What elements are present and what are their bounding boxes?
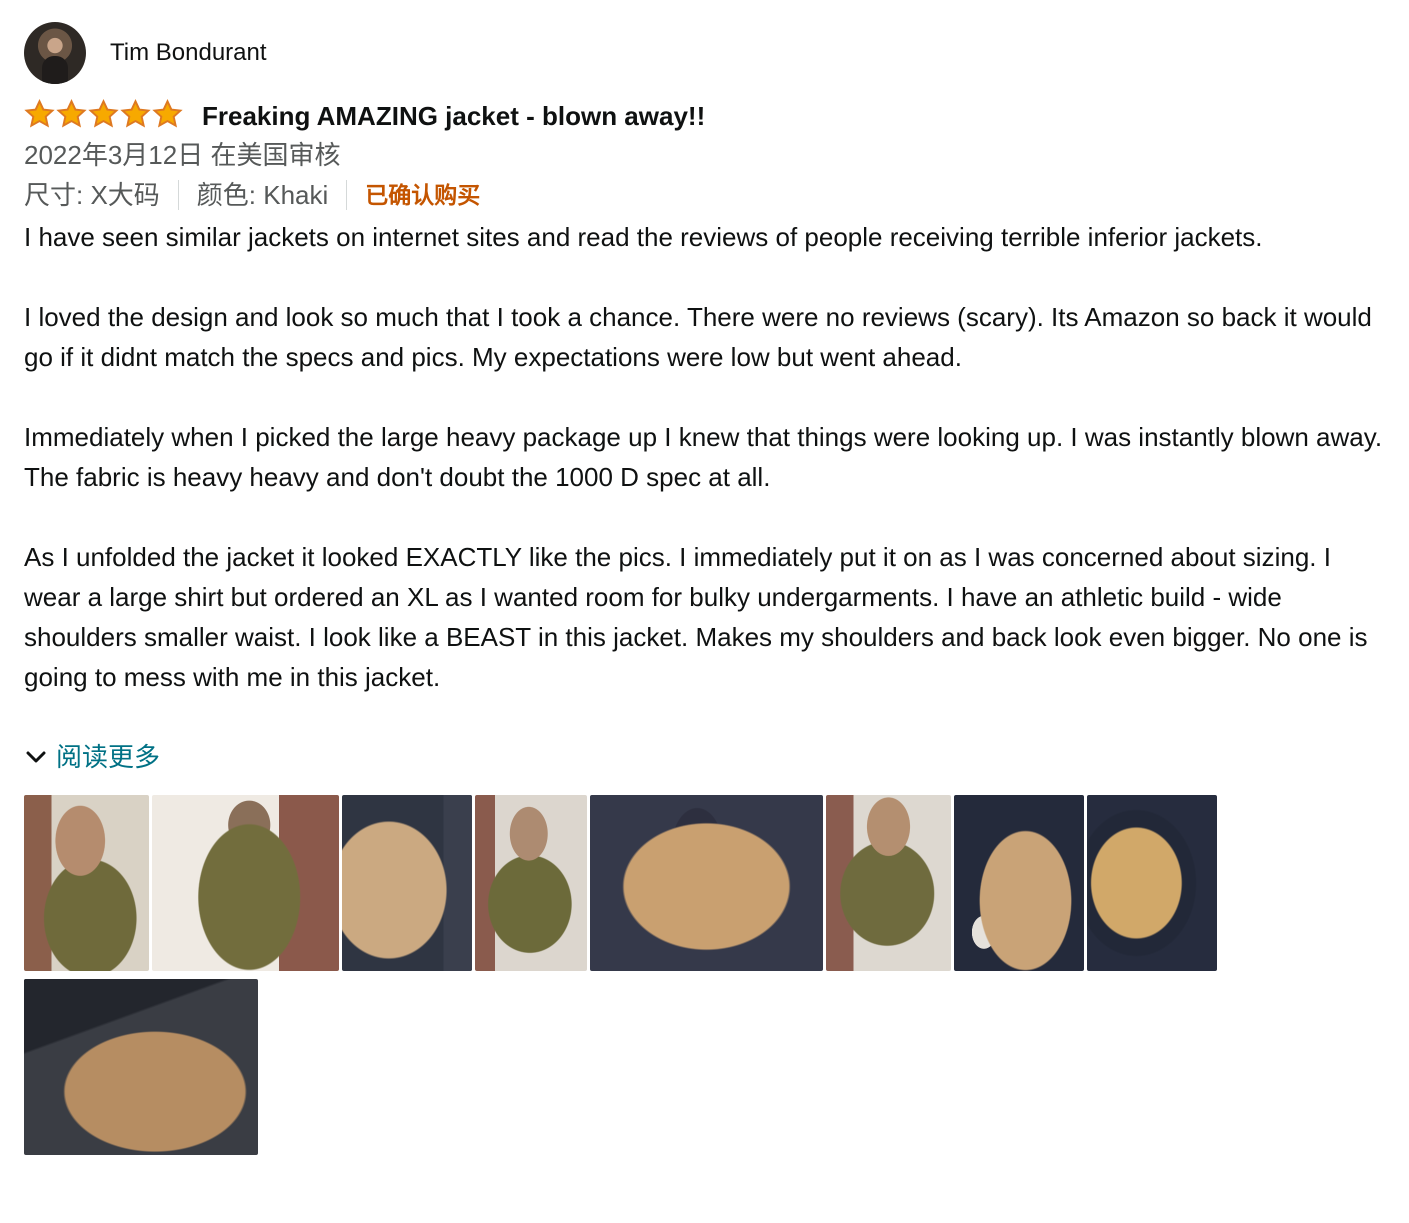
jacket-photo — [826, 795, 951, 971]
verified-purchase-badge[interactable]: 已确认购买 — [365, 179, 480, 211]
jacket-photo — [590, 795, 823, 971]
review-date: 2022年3月12日 在美国审核 — [24, 140, 341, 170]
star-icon — [120, 99, 151, 128]
review-image-thumbnail[interactable] — [1087, 795, 1217, 971]
review-image-thumbnail[interactable] — [24, 795, 149, 971]
jacket-photo — [24, 979, 258, 1155]
jacket-photo — [954, 795, 1084, 971]
review-paragraph: As I unfolded the jacket it looked EXACT… — [24, 542, 1375, 692]
jacket-photo — [475, 795, 587, 971]
divider — [177, 180, 179, 210]
star-rating[interactable] — [24, 99, 184, 131]
review-image-thumbnail[interactable] — [475, 795, 587, 971]
review-image-thumbnail[interactable] — [590, 795, 823, 971]
review-image-thumbnail[interactable] — [152, 795, 339, 971]
jacket-photo — [152, 795, 339, 971]
reviewer-profile[interactable]: Tim Bondurant — [24, 22, 1394, 84]
review-image-thumbnail[interactable] — [954, 795, 1084, 971]
color-label[interactable]: 颜色: Khaki — [197, 179, 329, 211]
star-icon — [152, 99, 183, 128]
size-label[interactable]: 尺寸: X大码 — [24, 179, 160, 211]
star-icon — [88, 99, 119, 128]
divider — [346, 180, 348, 210]
read-more-label[interactable]: 阅读更多 — [56, 737, 160, 777]
review-title[interactable]: Freaking AMAZING jacket - blown away!! — [202, 100, 705, 132]
jacket-photo — [1087, 795, 1217, 971]
review-body: I have seen similar jackets on internet … — [24, 217, 1394, 697]
review-paragraph: Immediately when I picked the large heav… — [24, 422, 1389, 492]
review-image-thumbnail[interactable] — [24, 979, 258, 1155]
reviewer-name[interactable]: Tim Bondurant — [110, 38, 267, 68]
review-image-thumbnail[interactable] — [342, 795, 472, 971]
jacket-photo — [24, 795, 149, 971]
review-paragraph: I loved the design and look so much that… — [24, 302, 1380, 372]
customer-review: Tim Bondurant Freaking AMAZING jacket - … — [24, 22, 1394, 1163]
review-format-strip: 尺寸: X大码 颜色: Khaki 已确认购买 — [24, 175, 1394, 215]
review-image-thumbnail[interactable] — [826, 795, 951, 971]
chevron-down-icon — [26, 751, 46, 763]
star-icon — [56, 99, 87, 128]
review-title-row: Freaking AMAZING jacket - blown away!! — [24, 98, 1394, 134]
read-more-link[interactable]: 阅读更多 — [24, 737, 1394, 777]
star-icon — [24, 99, 55, 128]
review-image-gallery — [24, 795, 1224, 1163]
jacket-photo — [342, 795, 472, 971]
review-paragraph: I have seen similar jackets on internet … — [24, 222, 1263, 252]
reviewer-avatar[interactable] — [24, 22, 86, 84]
